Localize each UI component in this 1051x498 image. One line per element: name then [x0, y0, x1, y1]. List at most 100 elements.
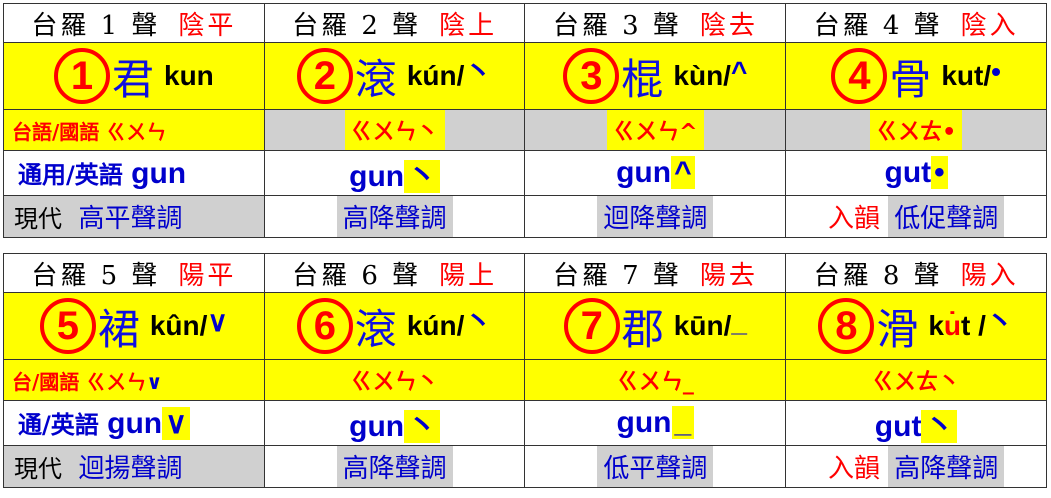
tone-title-cell: 台羅 6 聲陽上 — [263, 253, 526, 293]
tone-title: 台羅 8 聲 — [813, 260, 943, 291]
example-char: 棍 — [621, 54, 664, 104]
tone-title: 台羅 4 聲 — [813, 10, 943, 41]
english-label-cell: 通/英語 gun ∨ — [3, 400, 265, 446]
modern-cell: 現代 高平聲調 — [3, 195, 265, 238]
tone-name: 陰上 — [439, 10, 498, 41]
english-spelling: gut — [884, 156, 932, 189]
english-cell: gun _ — [524, 400, 787, 446]
bopomofo-text: ㄍㄨㄣ_ — [610, 360, 700, 400]
modern-label: 現代 — [14, 455, 62, 483]
romanization: kùn/ — [673, 60, 731, 91]
modern-tone: 高降聲調 — [336, 446, 453, 487]
tone-number-badge: 6 — [296, 298, 353, 354]
example-char: 骨 — [889, 54, 932, 104]
tone-table: 台羅 1 聲陰平 台羅 2 聲陰上 台羅 3 聲陰去 台羅 4 聲陰入 1 君 ku… — [3, 3, 1047, 488]
example-char: 滾 — [354, 304, 397, 354]
tone-name: 陽入 — [960, 260, 1019, 291]
english-tone-mark: 丶 — [404, 410, 441, 443]
english-tone-mark: ∨ — [162, 407, 191, 440]
example-cell: 3 棍 kùn/^ — [524, 42, 787, 110]
tone-title: 台羅 7 聲 — [552, 260, 682, 291]
modern-cell: 入韻 低促聲調 — [785, 195, 1047, 238]
tone-title-cell: 台羅 1 聲陰平 — [3, 3, 265, 43]
romanization: kun — [164, 60, 214, 91]
bopomofo-cell: 台/國語 ㄍㄨㄣ∨ — [3, 359, 265, 401]
modern-cell: 低平聲調 — [524, 445, 787, 488]
modern-tone: 低促聲調 — [888, 196, 1005, 237]
tone-title-cell: 台羅 2 聲陰上 — [263, 3, 526, 43]
bopomofo-cell: 台語/國語 ㄍㄨㄣ — [3, 109, 265, 151]
english-label: 通用/英語 — [18, 161, 123, 189]
romanization: kún/ — [406, 310, 465, 341]
tone-title-cell: 台羅 7 聲陽去 — [524, 253, 787, 293]
english-tone-mark: ^ — [671, 156, 695, 189]
bopomofo-cell: ㄍㄨㄣ^ — [524, 109, 787, 151]
example-cell: 8 滑 ku̇t /丶 — [785, 292, 1047, 360]
tone-mark: ∨ — [207, 305, 228, 337]
tone-mark: 丶 — [464, 55, 493, 87]
bopomofo-text: 台/國語 ㄍㄨㄣ — [12, 369, 147, 394]
modern-tone: 高降聲調 — [888, 446, 1005, 487]
tone-title-cell: 台羅 5 聲陽平 — [3, 253, 265, 293]
example-char: 君 — [111, 54, 154, 104]
modern-cell: 入韻 高降聲調 — [785, 445, 1047, 488]
tone-number-badge: 5 — [39, 298, 96, 354]
tone-mark: ^ — [730, 55, 748, 87]
romanization: kûn/ — [149, 310, 208, 341]
example-cell: 2 滾 kún/丶 — [263, 42, 526, 110]
english-tone-mark: _ — [671, 406, 695, 439]
tone-title: 台羅 2 聲 — [292, 10, 422, 41]
example-char: 裙 — [97, 304, 140, 354]
tone-number-badge: 4 — [831, 48, 888, 104]
bopomofo-row: 台語/國語 ㄍㄨㄣ ㄍㄨㄣ丶 ㄍㄨㄣ^ ㄍㄨㄊ• — [3, 109, 1047, 151]
entering-label: 入韻 — [827, 454, 880, 484]
english-tone-mark: 丶 — [921, 410, 958, 443]
modern-cell: 迴降聲調 — [524, 195, 787, 238]
example-char: 郡 — [621, 304, 664, 354]
bopomofo-row: 台/國語 ㄍㄨㄣ∨ ㄍㄨㄣ丶 ㄍㄨㄣ_ ㄍㄨㄊ丶 — [3, 359, 1047, 401]
bopomofo-cell: ㄍㄨㄣ_ — [524, 359, 787, 401]
english-spelling: gun — [616, 406, 672, 439]
romanization-dot-vowel: u̇ — [943, 310, 962, 341]
english-row: 通/英語 gun ∨ gun 丶 gun _ gut 丶 — [3, 400, 1047, 446]
bopomofo-text: ㄍㄨㄣ^ — [607, 110, 704, 150]
tone-mark: • — [991, 55, 1001, 87]
tone-title: 台羅 1 聲 — [31, 10, 161, 41]
english-tone-mark: • — [931, 156, 948, 189]
modern-label: 現代 — [14, 205, 62, 233]
modern-row: 現代 迴揚聲調 高降聲調 低平聲調 入韻 高降聲調 — [3, 445, 1047, 488]
english-spelling: gun — [349, 410, 405, 443]
example-cell: 5 裙 kûn/∨ — [3, 292, 265, 360]
english-tone-mark: 丶 — [404, 160, 441, 193]
tone-number-badge: 8 — [818, 298, 875, 354]
example-cell: 7 郡 kūn/_ — [524, 292, 787, 360]
tone-name: 陽上 — [439, 260, 498, 291]
english-cell: gun ^ — [524, 150, 787, 196]
bopomofo-cell: ㄍㄨㄊ丶 — [785, 359, 1047, 401]
tone-name: 陽去 — [699, 260, 758, 291]
modern-tone: 高降聲調 — [336, 196, 453, 237]
english-row: 通用/英語 gun gun 丶 gun ^ gut • — [3, 150, 1047, 196]
english-spelling: gun — [131, 157, 187, 190]
tone-number-badge: 7 — [563, 298, 620, 354]
modern-row: 現代 高平聲調 高降聲調 迴降聲調 入韻 低促聲調 — [3, 195, 1047, 238]
tone-name: 陰平 — [178, 10, 237, 41]
english-cell: gun 丶 — [263, 400, 526, 446]
tone-title: 台羅 5 聲 — [31, 260, 161, 291]
bopomofo-text: ㄍㄨㄊ丶 — [866, 360, 967, 400]
english-spelling: gun — [616, 156, 672, 189]
tone-title-cell: 台羅 3 聲陰去 — [524, 3, 787, 43]
english-label-cell: 通用/英語 gun — [3, 150, 265, 196]
example-row: 1 君 kun 2 滾 kún/丶 3 棍 kùn/^ 4 骨 kut/• — [3, 42, 1047, 110]
tone-title-cell: 台羅 8 聲陽入 — [785, 253, 1047, 293]
romanization: kún/ — [406, 60, 465, 91]
modern-cell: 高降聲調 — [263, 195, 526, 238]
tone-mark: _ — [731, 305, 747, 337]
title-row: 台羅 1 聲陰平 台羅 2 聲陰上 台羅 3 聲陰去 台羅 4 聲陰入 — [3, 3, 1047, 43]
english-cell: gut • — [785, 150, 1047, 196]
bopomofo-text: ㄍㄨㄣ丶 — [344, 110, 445, 150]
example-cell: 4 骨 kut/• — [785, 42, 1047, 110]
romanization-post: t / — [961, 310, 986, 341]
tone-name: 陰入 — [960, 10, 1019, 41]
bopomofo-text: ㄍㄨㄊ• — [870, 110, 963, 150]
